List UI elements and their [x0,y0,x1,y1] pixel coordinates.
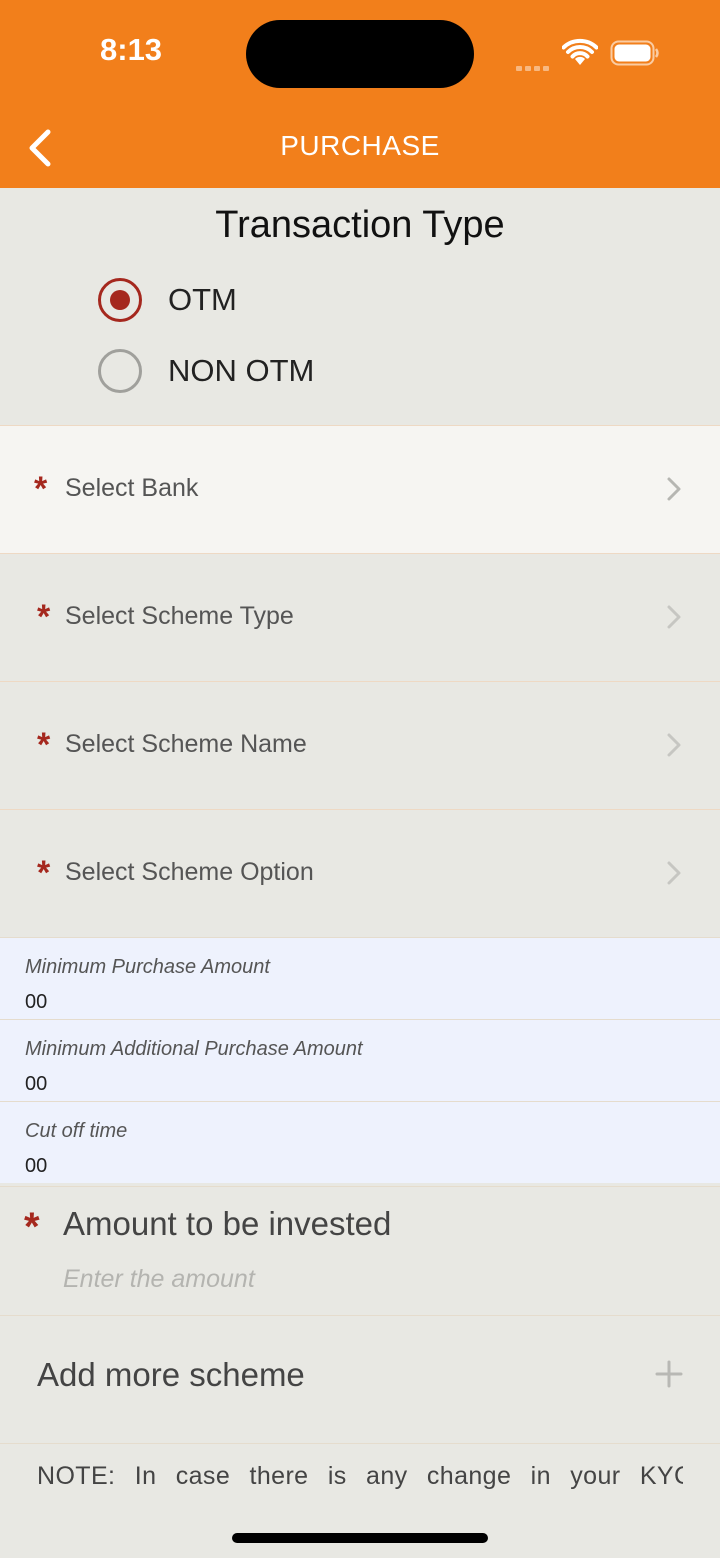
add-more-scheme-label: Add more scheme [37,1356,305,1393]
cellular-signal-icon [516,58,552,71]
status-time: 8:13 [100,32,163,67]
add-more-scheme-button[interactable]: Add more scheme [0,1315,720,1444]
page-title: PURCHASE [280,130,440,161]
amount-title: Amount to be invested [63,1205,392,1242]
select-scheme-type-label: Select Scheme Type [65,602,294,630]
chevron-right-icon [667,477,681,501]
kyc-note: NOTE: In case there is any change in you… [37,1462,683,1490]
min-additional-purchase-value: 00 [25,1073,48,1095]
min-purchase-amount-label: Minimum Purchase Amount [25,956,270,978]
required-asterisk: * [37,854,51,892]
min-additional-purchase-label: Minimum Additional Purchase Amount [25,1038,363,1060]
radio-non-otm-label: NON OTM [168,353,315,388]
chevron-right-icon [667,605,681,629]
min-purchase-amount-row: Minimum Purchase Amount 00 [0,937,720,1019]
required-asterisk: * [37,598,51,636]
select-bank-row[interactable]: * Select Bank [0,425,720,553]
cut-off-time-row: Cut off time 00 [0,1101,720,1183]
min-additional-purchase-row: Minimum Additional Purchase Amount 00 [0,1019,720,1101]
chevron-right-icon [667,861,681,885]
dynamic-island [246,20,474,88]
cut-off-time-label: Cut off time [25,1120,128,1142]
radio-otm[interactable]: OTM [98,275,237,325]
radio-otm-label: OTM [168,282,237,317]
required-asterisk: * [24,1205,40,1249]
select-scheme-option-row[interactable]: * Select Scheme Option [0,809,720,937]
transaction-type-title: Transaction Type [215,204,505,246]
cut-off-time-value: 00 [25,1155,48,1177]
min-purchase-amount-value: 00 [25,991,48,1013]
select-scheme-type-row[interactable]: * Select Scheme Type [0,553,720,681]
required-asterisk: * [37,726,51,764]
battery-icon [610,40,659,66]
radio-selected-icon[interactable] [98,278,142,322]
amount-section: * Amount to be invested [0,1186,720,1316]
wifi-icon [562,39,598,65]
radio-unselected-icon[interactable] [98,349,142,393]
required-asterisk: * [34,470,48,508]
chevron-right-icon [667,733,681,757]
select-bank-label: Select Bank [65,474,199,502]
amount-input[interactable] [63,1261,663,1297]
app-header: 8:13 PURCHASE [0,0,720,188]
select-scheme-option-label: Select Scheme Option [65,858,314,886]
select-scheme-name-label: Select Scheme Name [65,730,307,758]
select-scheme-name-row[interactable]: * Select Scheme Name [0,681,720,809]
radio-non-otm[interactable]: NON OTM [98,346,314,396]
home-indicator[interactable] [232,1533,488,1543]
plus-icon[interactable] [655,1360,683,1388]
